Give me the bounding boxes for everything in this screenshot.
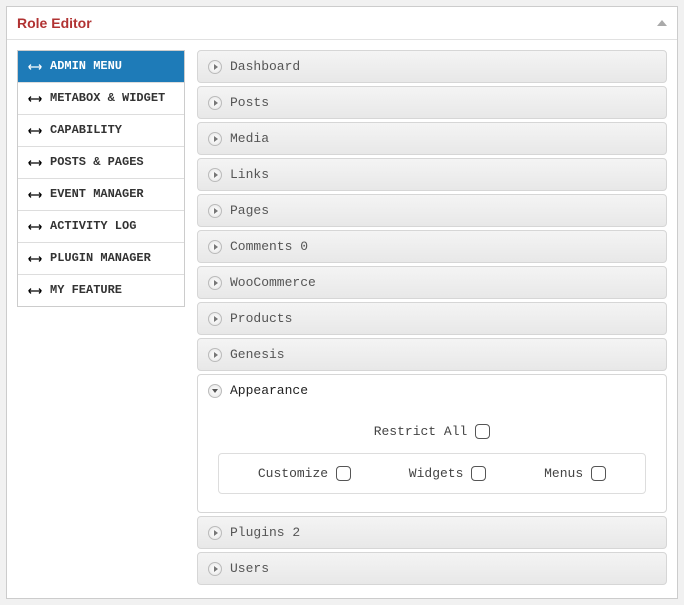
acc-item-users: Users [197,552,667,585]
expand-icon [208,562,222,576]
acc-item-media: Media [197,122,667,155]
expand-icon [208,348,222,362]
sidebar-item-posts-pages[interactable]: POSTS & PAGES [18,147,184,179]
option-label: Widgets [409,466,464,481]
expand-icon [208,132,222,146]
expand-icon [208,312,222,326]
acc-header[interactable]: Posts [198,87,666,118]
acc-item-pages: Pages [197,194,667,227]
sidebar-item-label: METABOX & WIDGET [50,91,176,106]
option-menus[interactable]: Menus [544,466,606,481]
sidebar-item-capability[interactable]: CAPABILITY [18,115,184,147]
sidebar-item-metabox-widget[interactable]: METABOX & WIDGET [18,83,184,115]
acc-item-comments: Comments 0 [197,230,667,263]
sidebar-item-label: POSTS & PAGES [50,155,176,170]
restrict-all-row: Restrict All [218,418,646,453]
acc-label: Appearance [230,383,308,398]
acc-item-posts: Posts [197,86,667,119]
arrows-icon [26,254,44,264]
acc-header[interactable]: Pages [198,195,666,226]
acc-item-dashboard: Dashboard [197,50,667,83]
appearance-options: Customize Widgets Menus [218,453,646,494]
acc-label: Plugins 2 [230,525,300,540]
acc-header[interactable]: Appearance [198,375,666,406]
arrows-icon [26,190,44,200]
acc-item-genesis: Genesis [197,338,667,371]
role-editor-panel: Role Editor ADMIN MENU METABOX & WIDGET [6,6,678,599]
restrict-all-option[interactable]: Restrict All [374,424,491,439]
acc-header[interactable]: Comments 0 [198,231,666,262]
sidebar: ADMIN MENU METABOX & WIDGET CAPABILITY P… [17,50,185,307]
sidebar-item-label: MY FEATURE [50,283,176,298]
acc-label: Genesis [230,347,285,362]
arrows-icon [26,222,44,232]
arrows-icon [26,158,44,168]
sidebar-item-label: EVENT MANAGER [50,187,176,202]
acc-label: Pages [230,203,269,218]
sidebar-item-plugin-manager[interactable]: PLUGIN MANAGER [18,243,184,275]
collapse-icon [208,384,222,398]
acc-header[interactable]: Dashboard [198,51,666,82]
acc-header[interactable]: Media [198,123,666,154]
acc-label: Dashboard [230,59,300,74]
panel-title: Role Editor [17,15,92,31]
acc-header[interactable]: Plugins 2 [198,517,666,548]
checkbox-icon[interactable] [591,466,606,481]
accordion: Dashboard Posts Media Links [197,50,667,588]
expand-icon [208,168,222,182]
expand-icon [208,60,222,74]
option-customize[interactable]: Customize [258,466,351,481]
acc-header[interactable]: WooCommerce [198,267,666,298]
acc-label: Posts [230,95,269,110]
checkbox-icon[interactable] [471,466,486,481]
arrows-icon [26,94,44,104]
acc-body-appearance: Restrict All Customize Widgets [198,406,666,512]
expand-icon [208,276,222,290]
checkbox-icon[interactable] [475,424,490,439]
sidebar-item-label: ADMIN MENU [50,59,176,74]
sidebar-item-admin-menu[interactable]: ADMIN MENU [18,51,184,83]
expand-icon [208,240,222,254]
sidebar-item-label: PLUGIN MANAGER [50,251,176,266]
acc-label: Comments 0 [230,239,308,254]
acc-item-appearance: Appearance Restrict All Customize [197,374,667,513]
sidebar-item-label: ACTIVITY LOG [50,219,176,234]
acc-header[interactable]: Products [198,303,666,334]
acc-item-links: Links [197,158,667,191]
acc-header[interactable]: Links [198,159,666,190]
acc-label: Media [230,131,269,146]
acc-item-plugins: Plugins 2 [197,516,667,549]
acc-header[interactable]: Genesis [198,339,666,370]
acc-label: Links [230,167,269,182]
restrict-all-label: Restrict All [374,424,468,439]
expand-icon [208,96,222,110]
acc-item-products: Products [197,302,667,335]
arrows-icon [26,126,44,136]
panel-header: Role Editor [7,7,677,40]
acc-item-woocommerce: WooCommerce [197,266,667,299]
option-label: Menus [544,466,583,481]
collapse-icon[interactable] [657,20,667,26]
acc-label: Users [230,561,269,576]
option-label: Customize [258,466,328,481]
expand-icon [208,526,222,540]
sidebar-item-event-manager[interactable]: EVENT MANAGER [18,179,184,211]
arrows-icon [26,62,44,72]
arrows-icon [26,286,44,296]
acc-label: Products [230,311,292,326]
acc-header[interactable]: Users [198,553,666,584]
sidebar-item-label: CAPABILITY [50,123,176,138]
panel-body: ADMIN MENU METABOX & WIDGET CAPABILITY P… [7,40,677,598]
expand-icon [208,204,222,218]
acc-label: WooCommerce [230,275,316,290]
sidebar-item-activity-log[interactable]: ACTIVITY LOG [18,211,184,243]
checkbox-icon[interactable] [336,466,351,481]
option-widgets[interactable]: Widgets [409,466,487,481]
sidebar-item-my-feature[interactable]: MY FEATURE [18,275,184,306]
